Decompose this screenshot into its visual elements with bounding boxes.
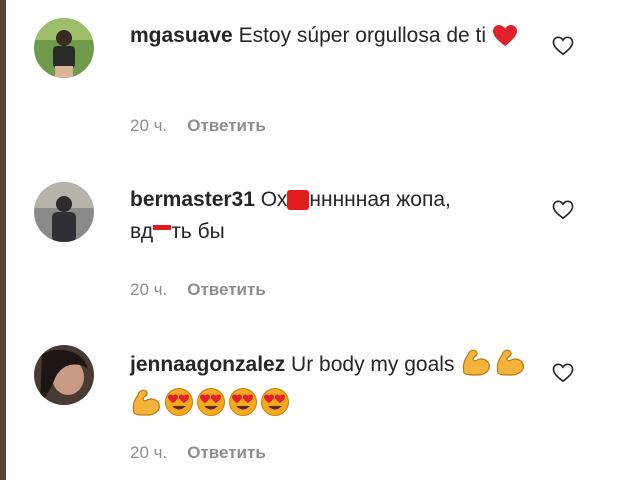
avatar[interactable]	[34, 182, 94, 242]
heart-eyes-emoji-icon	[228, 387, 258, 427]
comment-content-part4: ть бы	[171, 220, 225, 243]
comment-username[interactable]: mgasuave	[130, 24, 233, 47]
comment-item: mgasuave Estoy súper orgullosa de ti 20 …	[34, 18, 594, 135]
window-edge	[0, 0, 6, 480]
reply-button[interactable]: Ответить	[187, 280, 266, 300]
like-heart-icon[interactable]	[552, 363, 574, 383]
comment-content-part2: ннннная жопа,	[309, 188, 451, 211]
heart-eyes-emoji-icon	[164, 387, 194, 427]
comment-content: Ur body my goals	[291, 353, 455, 376]
comment-time: 20 ч.	[130, 280, 168, 299]
reply-button[interactable]: Ответить	[187, 116, 266, 136]
comment-username[interactable]: jennaagonzalez	[130, 353, 285, 376]
red-heart-emoji-icon	[492, 24, 518, 58]
comment-username[interactable]: bermaster31	[130, 188, 255, 211]
redaction-mark	[287, 190, 310, 211]
flexed-biceps-emoji-icon	[460, 347, 492, 387]
comment-time: 20 ч.	[130, 116, 168, 135]
comment-text: mgasuave Estoy súper orgullosa de ti	[130, 20, 530, 58]
heart-eyes-emoji-icon	[260, 387, 290, 427]
comment-text: bermaster31 Ох ннннная жопа, вд ть бы	[130, 184, 530, 248]
avatar[interactable]	[34, 18, 94, 78]
comment-meta: 20 ч. Ответить	[130, 116, 266, 136]
flexed-biceps-emoji-icon	[494, 347, 526, 387]
reply-button[interactable]: Ответить	[187, 443, 266, 463]
comment-time: 20 ч.	[130, 443, 168, 462]
comment-content: Estoy súper orgullosa de ti	[238, 24, 487, 47]
like-heart-icon[interactable]	[552, 200, 574, 220]
comment-meta: 20 ч. Ответить	[130, 443, 266, 463]
comment-content-part1: Ох	[260, 188, 288, 211]
like-heart-icon[interactable]	[552, 36, 574, 56]
avatar[interactable]	[34, 345, 94, 405]
comment-content-part3: вд	[130, 220, 154, 243]
redaction-mark	[153, 224, 172, 230]
comment-text: jennaagonzalez Ur body my goals	[130, 347, 530, 427]
flexed-biceps-emoji-icon	[130, 387, 162, 427]
comment-item: bermaster31 Ох ннннная жопа, вд ть бы 20 ч…	[34, 182, 594, 299]
comment-meta: 20 ч. Ответить	[130, 280, 266, 300]
heart-eyes-emoji-icon	[196, 387, 226, 427]
comment-item: jennaagonzalez Ur body my goals 20 ч. От…	[34, 345, 594, 465]
